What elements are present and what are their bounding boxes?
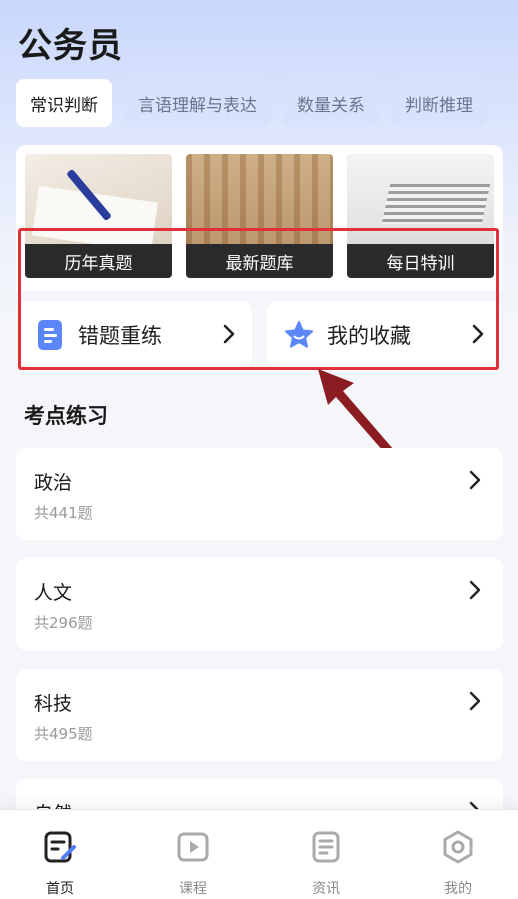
nav-courses[interactable]: 课程 — [143, 810, 243, 899]
topic-name: 人文 — [34, 582, 73, 604]
section-title: 考点练习 — [24, 404, 108, 428]
page-title: 公务员 — [18, 26, 123, 66]
nav-label: 我的 — [444, 881, 472, 897]
topic-name: 政治 — [34, 472, 73, 494]
topic-count: 共495题 — [34, 725, 93, 743]
feature-past-exams[interactable]: 历年真题 — [25, 154, 172, 278]
nav-label: 资讯 — [312, 881, 340, 897]
feature-label: 每日特训 — [347, 244, 494, 278]
tab-verbal[interactable]: 言语理解与表达 — [124, 79, 271, 127]
nav-news[interactable]: 资讯 — [276, 810, 376, 899]
topic-item-technology[interactable]: 科技 共495题 — [16, 669, 503, 761]
wrong-questions-button[interactable]: 错题重练 — [18, 301, 252, 367]
edit-note-icon — [44, 831, 76, 863]
chevron-right-icon — [469, 691, 481, 711]
nav-label: 课程 — [179, 881, 207, 897]
chevron-right-icon — [469, 470, 481, 490]
tab-common-sense[interactable]: 常识判断 — [16, 79, 112, 127]
nav-home[interactable]: 首页 — [10, 810, 110, 899]
wrong-questions-label: 错题重练 — [78, 324, 162, 348]
document-icon — [38, 320, 62, 350]
chevron-right-icon — [469, 580, 481, 600]
star-icon — [285, 321, 313, 348]
chevron-right-icon — [223, 324, 235, 344]
feature-daily-training[interactable]: 每日特训 — [347, 154, 494, 278]
nav-label: 首页 — [46, 881, 74, 897]
feature-latest-bank[interactable]: 最新题库 — [186, 154, 333, 278]
favorites-button[interactable]: 我的收藏 — [267, 301, 501, 367]
topic-name: 科技 — [34, 693, 73, 715]
gear-icon — [443, 830, 473, 864]
topic-item-humanities[interactable]: 人文 共296题 — [16, 558, 503, 650]
feature-card: 历年真题 最新题库 每日特训 错题重练 我的收藏 — [16, 145, 503, 370]
feature-label: 历年真题 — [25, 244, 172, 278]
video-play-icon — [177, 832, 209, 862]
favorites-label: 我的收藏 — [327, 324, 411, 348]
news-icon — [312, 831, 340, 863]
tab-quantitative[interactable]: 数量关系 — [283, 79, 379, 127]
topic-item-politics[interactable]: 政治 共441题 — [16, 448, 503, 540]
topic-count: 共296题 — [34, 614, 93, 632]
bottom-nav: 首页 课程 资讯 我的 — [0, 809, 518, 899]
feature-label: 最新题库 — [186, 244, 333, 278]
tab-reasoning[interactable]: 判断推理 — [391, 79, 487, 127]
chevron-right-icon — [472, 324, 484, 344]
topic-count: 共441题 — [34, 504, 93, 522]
nav-profile[interactable]: 我的 — [408, 810, 508, 899]
category-tabs: 常识判断 言语理解与表达 数量关系 判断推理 — [16, 79, 518, 129]
